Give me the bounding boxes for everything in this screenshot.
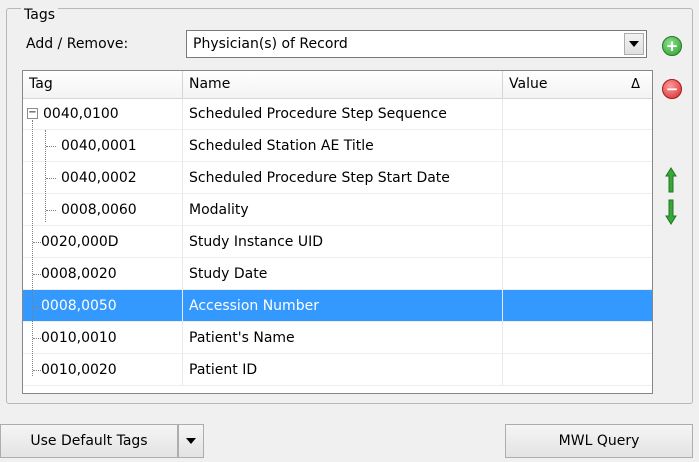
table-row[interactable]: 0010,0010 Patient's Name (23, 322, 652, 354)
tags-grid[interactable]: Tag Name Value Δ −0040,0100 Scheduled Pro… (22, 70, 653, 394)
column-header-name[interactable]: Name (183, 71, 503, 98)
cell-name[interactable]: Study Date (183, 258, 503, 290)
move-down-button[interactable] (662, 198, 680, 226)
cell-name[interactable]: Scheduled Station AE Title (183, 130, 503, 162)
tree-connector (33, 338, 41, 339)
tree-connector (46, 146, 56, 147)
move-up-button[interactable] (662, 166, 680, 194)
cell-name[interactable]: Patient ID (183, 354, 503, 386)
cell-tag[interactable]: −0040,0100 (23, 98, 183, 130)
plus-icon: + (665, 37, 679, 55)
cell-tag[interactable]: 0008,0050 (23, 290, 183, 322)
use-default-tags-label: Use Default Tags (30, 433, 148, 449)
column-header-value-label: Value (509, 76, 548, 92)
add-tag-button[interactable]: + (662, 36, 682, 56)
arrow-up-icon (665, 167, 677, 193)
groupbox-title: Tags (21, 7, 58, 23)
cell-name[interactable]: Accession Number (183, 290, 503, 322)
tree-connector (33, 306, 41, 307)
table-row[interactable]: 0010,0020 Patient ID (23, 354, 652, 386)
tree-line (32, 120, 33, 376)
cell-value[interactable] (503, 194, 652, 226)
chevron-down-icon (629, 41, 639, 47)
cell-tag[interactable]: 0040,0001 (23, 130, 183, 162)
cell-name[interactable]: Scheduled Procedure Step Start Date (183, 162, 503, 194)
collapse-icon[interactable]: − (27, 108, 38, 119)
cell-tag[interactable]: 0008,0060 (23, 194, 183, 226)
column-header-value[interactable]: Value Δ (503, 71, 652, 98)
minus-icon: − (665, 80, 679, 98)
cell-value[interactable] (503, 354, 652, 386)
cell-tag[interactable]: 0040,0002 (23, 162, 183, 194)
table-row[interactable]: 0008,0020 Study Date (23, 258, 652, 290)
mwl-query-label: MWL Query (558, 433, 640, 449)
sort-indicator-icon: Δ (631, 77, 640, 92)
column-header-tag[interactable]: Tag (23, 71, 183, 98)
bottom-bar: Use Default Tags MWL Query (0, 404, 699, 462)
tag-code: 0020,000D (41, 234, 119, 250)
cell-name[interactable]: Scheduled Procedure Step Sequence (183, 98, 503, 130)
tag-code: 0010,0020 (41, 362, 117, 378)
cell-name[interactable]: Patient's Name (183, 322, 503, 354)
use-default-tags-button[interactable]: Use Default Tags (0, 424, 178, 458)
grid-header: Tag Name Value Δ (23, 71, 652, 99)
cell-value[interactable] (503, 162, 652, 194)
tree-connector (46, 178, 56, 179)
tree-connector (46, 210, 56, 211)
cell-value[interactable] (503, 258, 652, 290)
cell-name[interactable]: Study Instance UID (183, 226, 503, 258)
arrow-down-icon (665, 199, 677, 225)
tree-connector (33, 274, 41, 275)
table-row[interactable]: 0008,0060 Modality (23, 194, 652, 226)
tree-line (45, 130, 46, 222)
cell-value[interactable] (503, 290, 652, 322)
tree-connector (33, 242, 41, 243)
tag-code: 0008,0020 (41, 266, 117, 282)
chevron-down-icon (186, 438, 196, 444)
table-row[interactable]: 0040,0002 Scheduled Procedure Step Start … (23, 162, 652, 194)
tag-code: 0008,0050 (41, 298, 117, 314)
cell-tag[interactable]: 0008,0020 (23, 258, 183, 290)
tag-code: 0010,0010 (41, 330, 117, 346)
cell-value[interactable] (503, 322, 652, 354)
add-remove-label: Add / Remove: (26, 36, 129, 52)
tag-select-combobox[interactable]: Physician(s) of Record (186, 30, 647, 58)
cell-tag[interactable]: 0010,0010 (23, 322, 183, 354)
default-tags-dropdown-button[interactable] (178, 424, 204, 458)
table-row[interactable]: 0020,000D Study Instance UID (23, 226, 652, 258)
tag-code: 0040,0002 (61, 170, 137, 186)
remove-tag-button[interactable]: − (662, 79, 682, 99)
cell-value[interactable] (503, 98, 652, 130)
tree-connector (33, 370, 41, 371)
tag-code: 0040,0100 (43, 106, 119, 122)
tag-select-value: Physician(s) of Record (193, 36, 348, 52)
tag-code: 0040,0001 (61, 138, 137, 154)
mwl-query-button[interactable]: MWL Query (505, 424, 693, 458)
table-row[interactable]: −0040,0100 Scheduled Procedure Step Seque… (23, 98, 652, 130)
cell-tag[interactable]: 0020,000D (23, 226, 183, 258)
table-row[interactable]: 0040,0001 Scheduled Station AE Title (23, 130, 652, 162)
cell-tag[interactable]: 0010,0020 (23, 354, 183, 386)
table-row[interactable]: 0008,0050 Accession Number (23, 290, 652, 322)
combo-dropdown-button[interactable] (624, 33, 644, 55)
cell-name[interactable]: Modality (183, 194, 503, 226)
cell-value[interactable] (503, 130, 652, 162)
tag-code: 0008,0060 (61, 202, 137, 218)
cell-value[interactable] (503, 226, 652, 258)
